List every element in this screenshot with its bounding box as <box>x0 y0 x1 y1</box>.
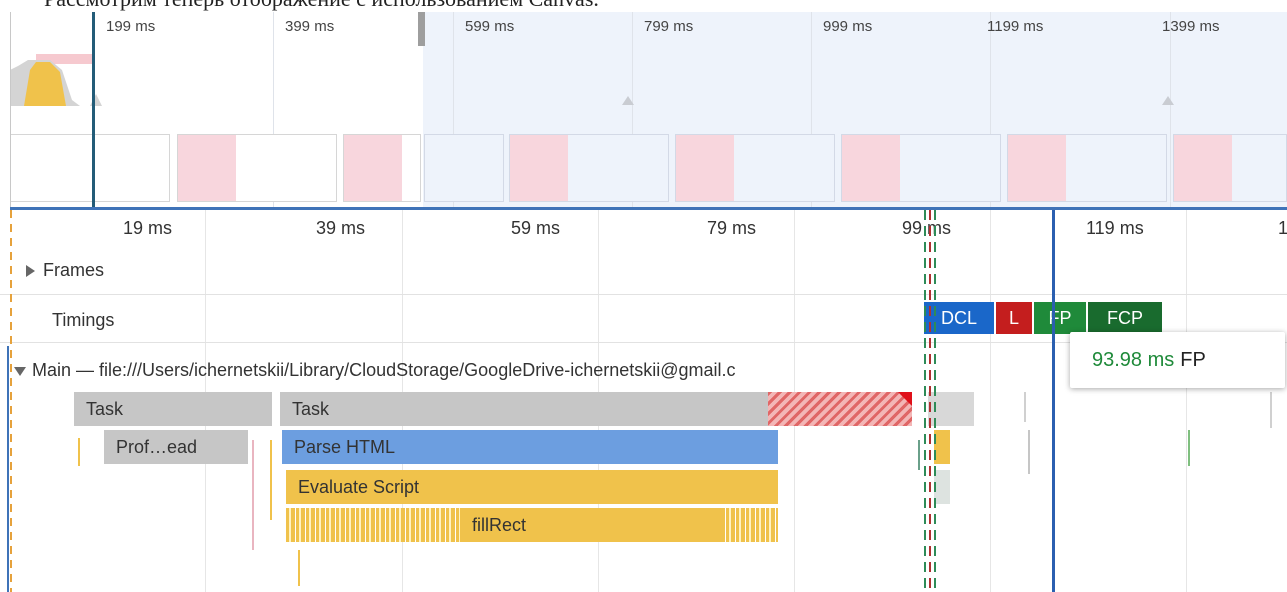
flame-task[interactable]: Task <box>74 392 272 426</box>
page-caption: Рассмотрим теперь отображение с использо… <box>44 0 599 12</box>
overview-tick: 799 ms <box>644 18 694 35</box>
time-tick: 1 <box>1278 218 1287 238</box>
overview-frame[interactable] <box>177 134 337 202</box>
time-tick: 99 ms <box>902 218 952 238</box>
flame-task[interactable]: Task <box>280 392 768 426</box>
time-tick: 119 ms <box>1086 218 1144 238</box>
overview-frame[interactable] <box>1173 134 1287 202</box>
expand-down-icon <box>14 366 26 376</box>
overview-tick: 399 ms <box>285 18 335 35</box>
flame-profile[interactable]: Prof…ead <box>104 430 248 464</box>
overview-frame[interactable] <box>675 134 835 202</box>
tooltip-label: FP <box>1180 349 1206 371</box>
paint-event-line <box>924 210 926 592</box>
time-tick: 79 ms <box>707 218 757 238</box>
overview-tick: 599 ms <box>465 18 515 35</box>
marker-fcp[interactable]: FCP <box>1088 302 1162 334</box>
marker-load[interactable]: L <box>996 302 1032 334</box>
timeline-cursor[interactable] <box>1052 210 1055 592</box>
overview-frame[interactable] <box>10 134 170 202</box>
long-task-corner-icon <box>898 392 912 406</box>
track-frames[interactable]: Frames <box>26 260 104 281</box>
timeline-overview[interactable]: 199 ms 399 ms 599 ms 799 ms 999 ms 1199 … <box>10 12 1287 208</box>
overview-frame[interactable] <box>509 134 669 202</box>
time-tick: 59 ms <box>511 218 561 238</box>
long-task-warning[interactable] <box>768 392 912 426</box>
track-main-label: Main — file:///Users/ichernetskii/Librar… <box>32 360 736 380</box>
flame-script[interactable] <box>934 430 950 464</box>
navigation-start-line <box>10 210 12 592</box>
overview-tick: 199 ms <box>106 18 156 35</box>
track-frames-label: Frames <box>43 260 105 280</box>
overview-tick: 999 ms <box>823 18 873 35</box>
flame-evaluate-script[interactable]: Evaluate Script <box>286 470 778 504</box>
overview-frame[interactable] <box>841 134 1001 202</box>
load-event-line <box>929 210 931 592</box>
overview-playhead[interactable] <box>92 12 95 208</box>
tooltip-time: 93.98 ms <box>1092 349 1175 371</box>
flame-chart[interactable]: 19 ms 39 ms 59 ms 79 ms 99 ms 119 ms 1 F… <box>0 210 1287 592</box>
flame-script[interactable] <box>934 470 950 504</box>
fcp-event-line <box>934 210 936 592</box>
flame-fillrect[interactable]: fillRect <box>460 508 722 542</box>
track-timings-label: Timings <box>52 310 115 330</box>
expand-right-icon <box>26 265 35 278</box>
track-timings[interactable]: Timings <box>52 310 114 331</box>
overview-frame[interactable] <box>1007 134 1167 202</box>
track-main[interactable]: Main — file:///Users/ichernetskii/Librar… <box>14 360 736 381</box>
overview-tick: 1199 ms <box>987 18 1044 35</box>
overview-selection-handle[interactable] <box>418 12 425 46</box>
time-tick: 39 ms <box>316 218 366 238</box>
overview-tick: 1399 ms <box>1162 18 1220 35</box>
flame-parse-html[interactable]: Parse HTML <box>282 430 778 464</box>
marker-fp[interactable]: FP <box>1034 302 1086 334</box>
overview-frame[interactable] <box>424 134 504 202</box>
overview-frame[interactable] <box>343 134 421 202</box>
time-tick: 19 ms <box>123 218 173 238</box>
marker-tooltip: 93.98 ms FP <box>1070 332 1285 388</box>
